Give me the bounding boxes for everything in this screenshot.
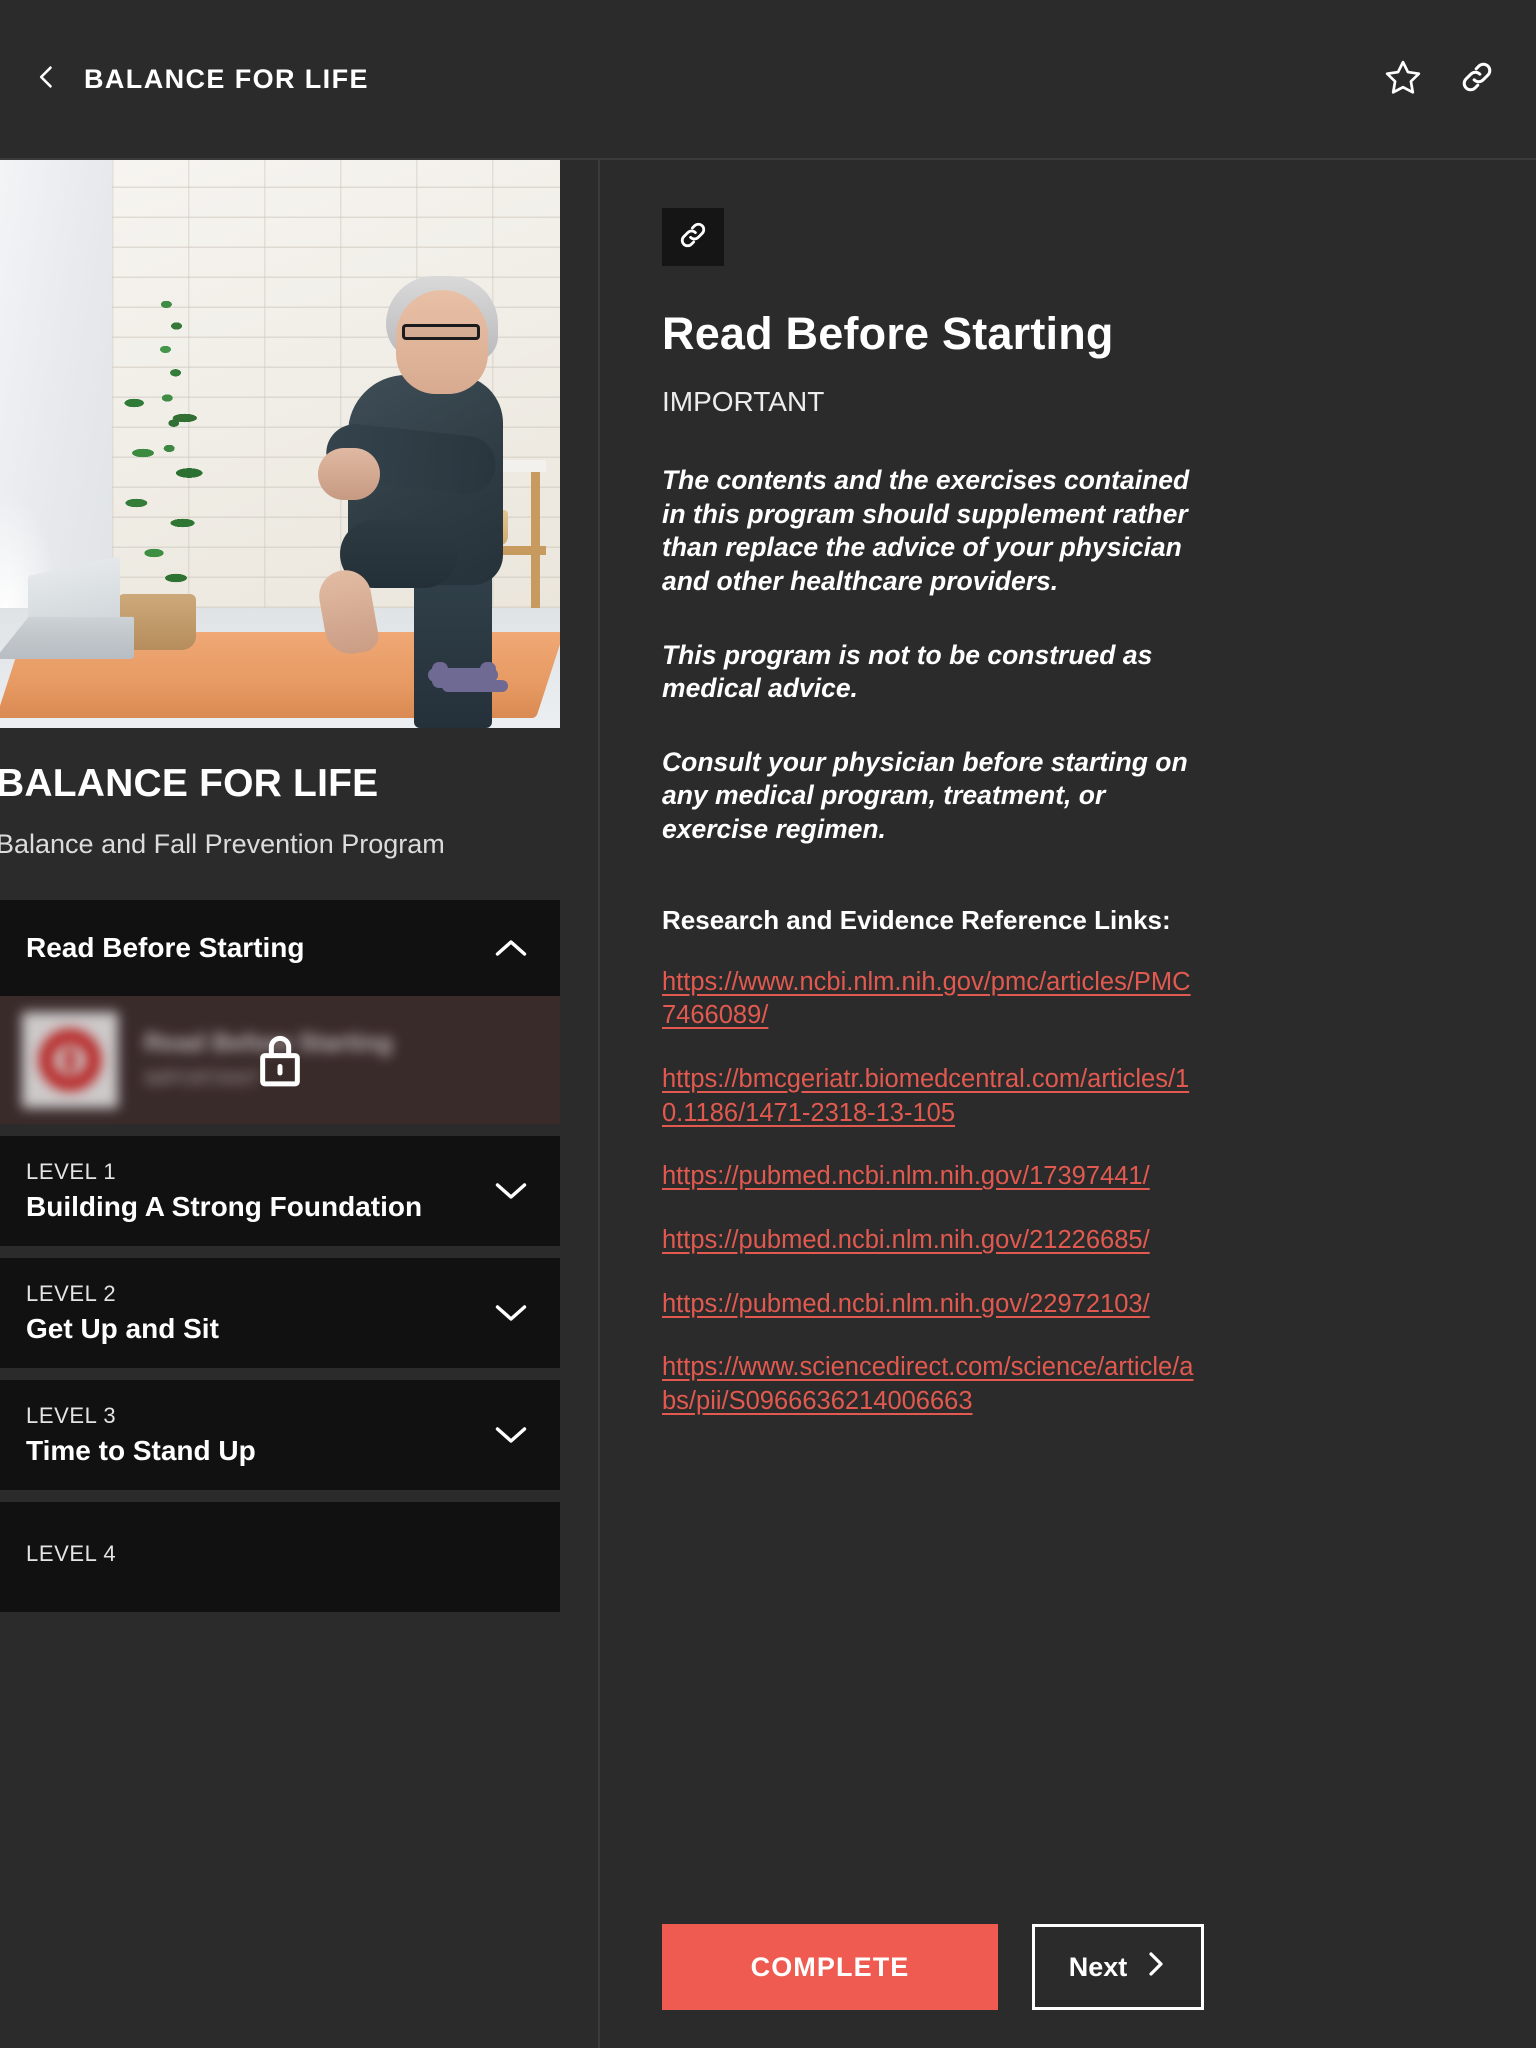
top-navigation-bar: BALANCE FOR LIFE [0,0,1536,160]
link-icon [1458,58,1496,101]
sidebar-section-level-2: LEVEL 2 Get Up and Sit [0,1257,598,1368]
accordion-title: Read Before Starting [26,931,305,963]
lesson-item-locked[interactable]: Read Before Starting IMPORTANT [0,995,560,1124]
top-bar-actions [1380,56,1500,102]
program-hero-image [0,160,560,728]
reference-link[interactable]: https://pubmed.ncbi.nlm.nih.gov/17397441… [662,1160,1202,1194]
accordion-header-level-2[interactable]: LEVEL 2 Get Up and Sit [0,1257,560,1368]
lesson-content-panel: Read Before Starting IMPORTANT The conte… [600,160,1536,2048]
sidebar-section-read-before-starting: Read Before Starting Read Before Startin… [0,899,598,1124]
lock-icon [0,996,560,1124]
accordion-title: Building A Strong Foundation [26,1190,423,1222]
next-button-label: Next [1068,1951,1128,1982]
reference-link[interactable]: https://pubmed.ncbi.nlm.nih.gov/21226685… [662,1224,1202,1258]
page-title: BALANCE FOR LIFE [84,63,369,94]
chevron-down-icon[interactable] [488,1168,534,1214]
lesson-action-bar: COMPLETE Next [662,1924,1204,2010]
potted-plant [110,358,220,608]
accordion-title: Get Up and Sit [26,1312,219,1344]
chevron-right-icon [1145,1949,1167,1986]
accordion-header-level-3[interactable]: LEVEL 3 Time to Stand Up [0,1379,560,1490]
person-balancing [315,260,558,728]
sidebar-section-level-1: LEVEL 1 Building A Strong Foundation [0,1135,598,1246]
chevron-up-icon[interactable] [488,925,534,971]
share-link-button[interactable] [1454,56,1500,102]
dumbbells [428,660,514,694]
reference-link[interactable]: https://www.ncbi.nlm.nih.gov/pmc/article… [662,966,1202,1033]
program-heading-block: BALANCE FOR LIFE Balance and Fall Preven… [0,728,598,900]
complete-button[interactable]: COMPLETE [662,1924,998,2010]
accordion-eyebrow: LEVEL 3 [26,1402,117,1428]
accordion-eyebrow: LEVEL 2 [26,1280,117,1306]
chevron-left-icon [33,63,61,96]
reference-link[interactable]: https://bmcgeriatr.biomedcentral.com/art… [662,1063,1202,1130]
lesson-subtitle: IMPORTANT [662,386,825,417]
references-heading: Research and Evidence Reference Links: [662,904,1171,935]
back-button[interactable] [30,62,64,96]
accordion-eyebrow: LEVEL 4 [26,1540,117,1566]
star-icon [1384,58,1422,101]
chevron-down-icon[interactable] [488,1412,534,1458]
accordion-title: Time to Stand Up [26,1434,256,1466]
course-sidebar: BALANCE FOR LIFE Balance and Fall Preven… [0,160,600,2048]
reference-link[interactable]: https://pubmed.ncbi.nlm.nih.gov/22972103… [662,1288,1202,1322]
sidebar-section-level-3: LEVEL 3 Time to Stand Up [0,1379,598,1490]
disclaimer-paragraph-3: Consult your physician before starting o… [662,746,1188,845]
program-subtitle: Balance and Fall Prevention Program [0,828,445,859]
disclaimer-paragraph-1: The contents and the exercises contained… [662,465,1190,596]
accordion-eyebrow: LEVEL 1 [26,1158,117,1184]
chevron-down-icon[interactable] [488,1290,534,1336]
reference-link[interactable]: https://www.sciencedirect.com/science/ar… [662,1351,1202,1418]
favorite-button[interactable] [1380,56,1426,102]
accordion-header-level-1[interactable]: LEVEL 1 Building A Strong Foundation [0,1135,560,1246]
disclaimer-paragraph-2: This program is not to be construed as m… [662,639,1153,704]
program-title: BALANCE FOR LIFE [0,762,379,805]
page-body: BALANCE FOR LIFE Balance and Fall Preven… [0,160,1536,2048]
accordion-header-read-before-starting[interactable]: Read Before Starting [0,899,560,996]
lesson-title: Read Before Starting [662,308,1114,359]
next-button[interactable]: Next [1032,1924,1204,2010]
copy-link-button[interactable] [662,208,724,266]
sidebar-section-level-4: LEVEL 4 [0,1501,598,1612]
link-icon [677,219,709,256]
accordion-header-level-4[interactable]: LEVEL 4 [0,1501,560,1612]
